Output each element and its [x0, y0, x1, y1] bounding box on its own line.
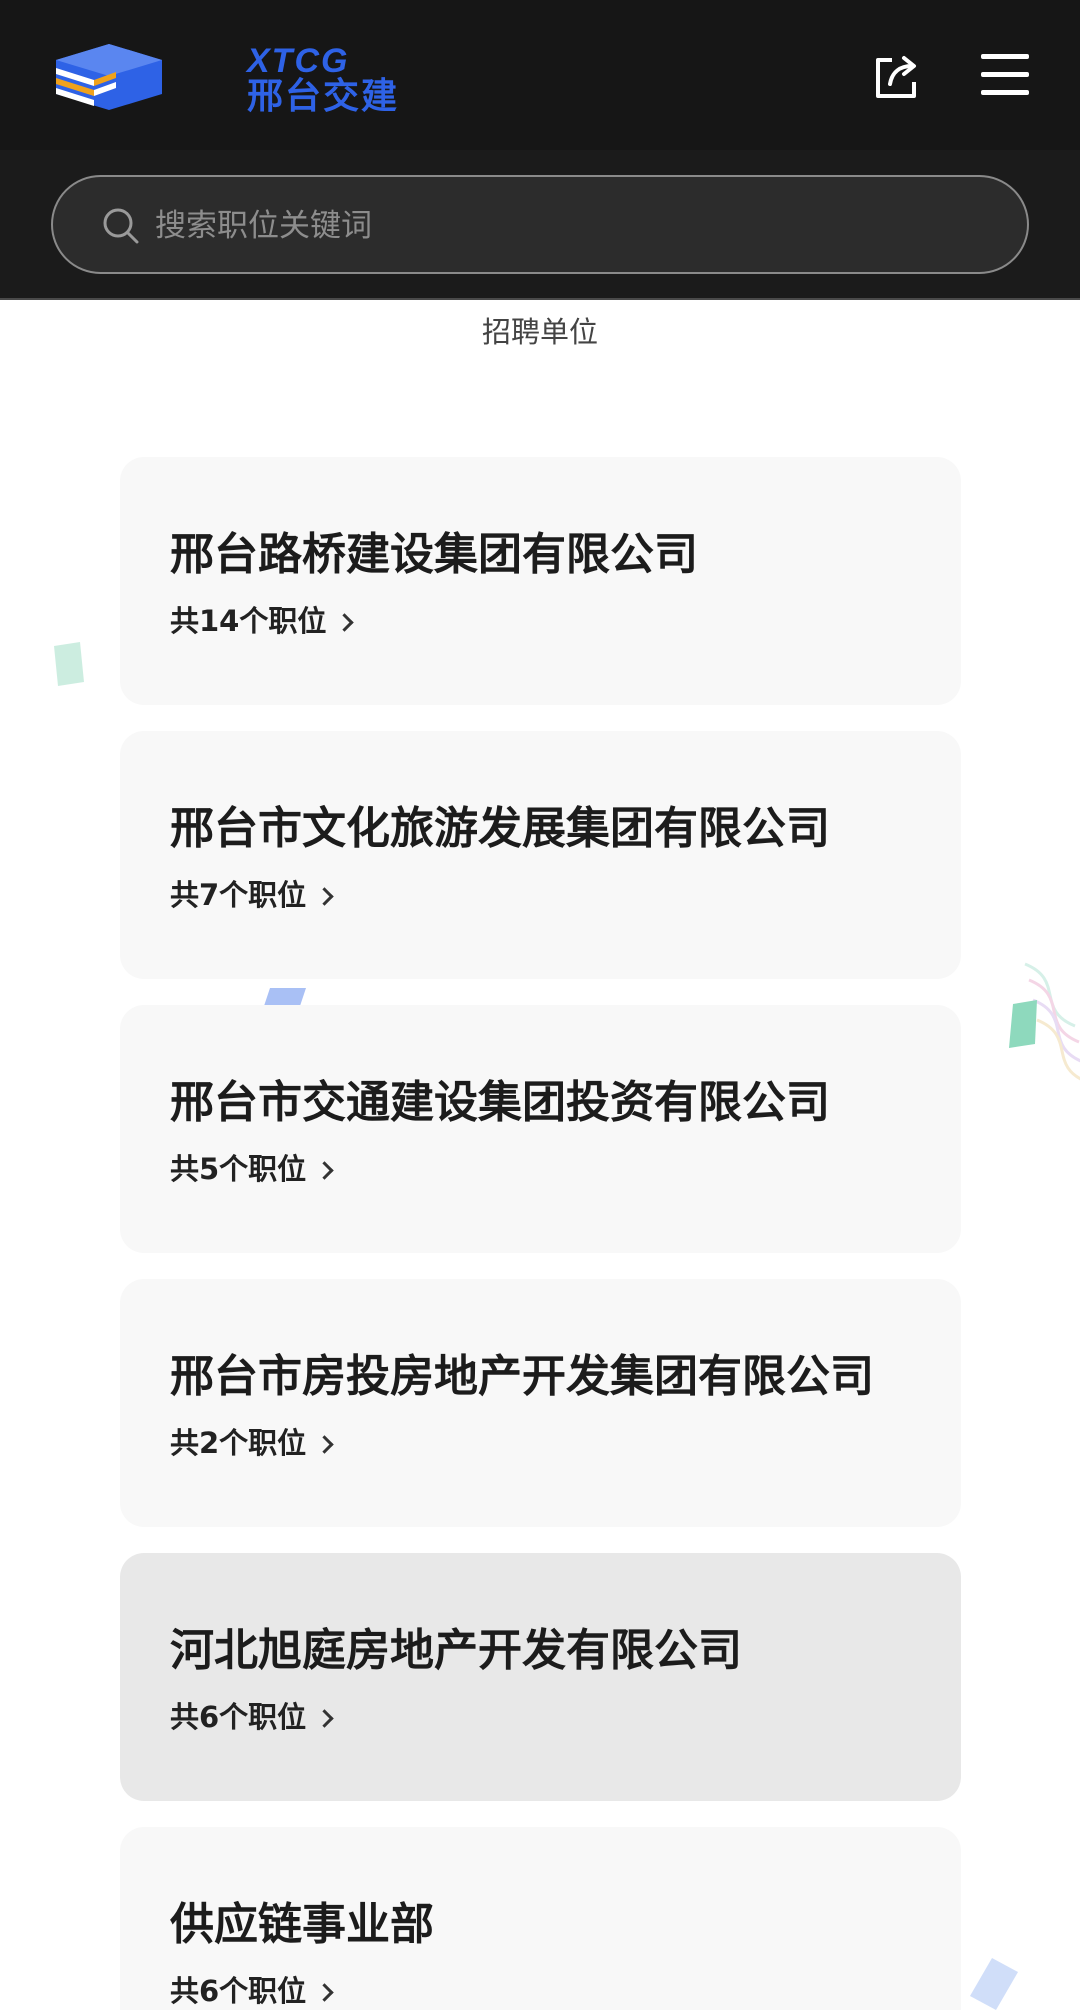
position-count: 共2个职位 — [170, 1426, 307, 1460]
company-card[interactable]: 河北旭庭房地产开发有限公司 共6个职位 — [120, 1553, 961, 1801]
search-bar-container — [0, 150, 1080, 300]
company-card[interactable]: 邢台市交通建设集团投资有限公司 共5个职位 — [120, 1005, 961, 1253]
chevron-right-icon — [315, 1434, 334, 1454]
chevron-right-icon — [335, 612, 355, 632]
xtcg-logo[interactable]: XTCG 邢台交建 — [54, 40, 404, 114]
decorative-shard-icon — [264, 988, 306, 1006]
company-name: 邢台市房投房地产开发集团有限公司 — [170, 1351, 874, 1402]
company-name: 邢台市交通建设集团投资有限公司 — [170, 1077, 830, 1128]
position-count: 共6个职位 — [170, 1700, 307, 1734]
section-title: 招聘单位 — [481, 315, 598, 349]
position-count-link[interactable]: 共7个职位 — [170, 875, 334, 915]
company-card[interactable]: 供应链事业部 共6个职位 — [120, 1827, 961, 2010]
position-count: 共7个职位 — [170, 878, 307, 912]
company-name: 邢台路桥建设集团有限公司 — [170, 529, 698, 580]
position-count-link[interactable]: 共2个职位 — [170, 1423, 334, 1463]
logo-english-name: XTCG — [247, 42, 350, 80]
position-count: 共14个职位 — [170, 604, 327, 638]
position-count: 共5个职位 — [170, 1152, 307, 1186]
position-count-link[interactable]: 共6个职位 — [170, 1697, 334, 1737]
logo-cube-icon — [56, 44, 162, 110]
position-count-link[interactable]: 共5个职位 — [170, 1149, 334, 1189]
share-button[interactable] — [870, 50, 924, 104]
company-card[interactable]: 邢台市文化旅游发展集团有限公司 共7个职位 — [120, 731, 961, 979]
decorative-wave-icon — [1009, 962, 1080, 1081]
search-box[interactable] — [51, 175, 1029, 274]
company-name: 邢台市文化旅游发展集团有限公司 — [170, 803, 830, 854]
menu-button[interactable] — [978, 50, 1032, 100]
hamburger-menu-icon — [981, 54, 1029, 95]
position-count: 共6个职位 — [170, 1974, 307, 2008]
share-icon — [876, 56, 916, 98]
decorative-shard-icon — [54, 642, 84, 686]
chevron-right-icon — [315, 886, 334, 906]
company-name: 供应链事业部 — [170, 1899, 434, 1950]
chevron-right-icon — [315, 1982, 334, 2002]
decorative-shard-icon — [970, 1958, 1018, 2010]
chevron-right-icon — [315, 1160, 334, 1180]
company-name: 河北旭庭房地产开发有限公司 — [170, 1625, 742, 1676]
search-input[interactable] — [155, 195, 975, 257]
company-card[interactable]: 邢台市房投房地产开发集团有限公司 共2个职位 — [120, 1279, 961, 1527]
app-header: XTCG 邢台交建 — [0, 0, 1080, 150]
chevron-right-icon — [315, 1708, 334, 1728]
logo-chinese-name: 邢台交建 — [247, 75, 400, 116]
logo-text: XTCG 邢台交建 — [247, 40, 407, 114]
position-count-link[interactable]: 共14个职位 — [170, 601, 355, 641]
position-count-link[interactable]: 共6个职位 — [170, 1971, 334, 2010]
page: XTCG 邢台交建 招 — [0, 0, 1080, 2010]
company-card[interactable]: 邢台路桥建设集团有限公司 共14个职位 — [120, 457, 961, 705]
search-icon — [103, 208, 139, 244]
